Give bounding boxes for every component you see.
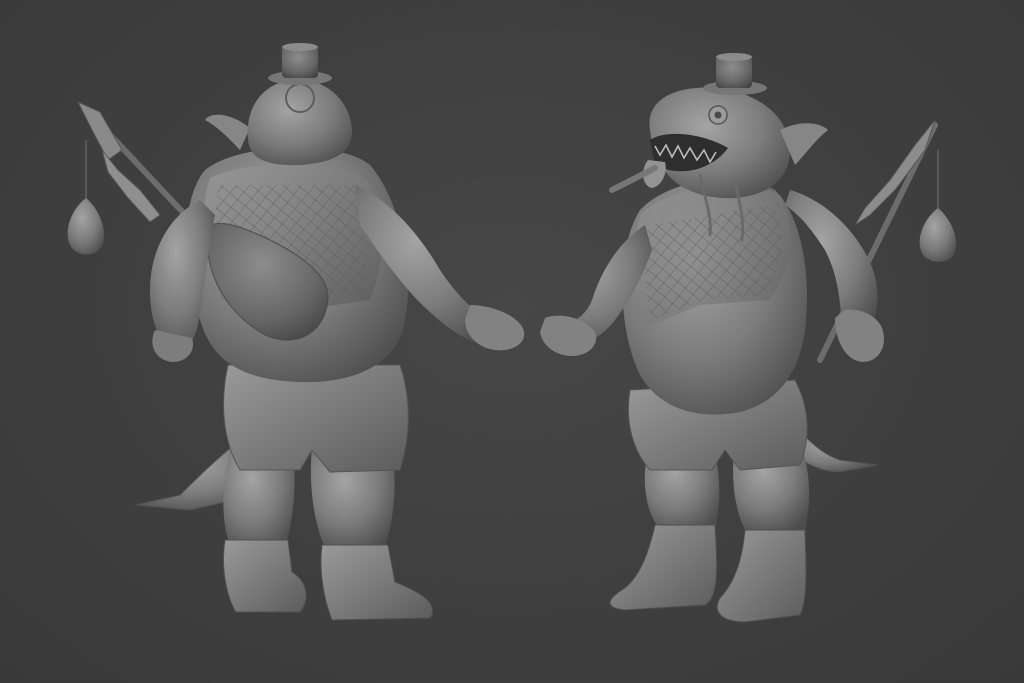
render-viewport xyxy=(0,0,1024,683)
head xyxy=(247,79,352,166)
right-hand xyxy=(835,309,884,362)
left-boot xyxy=(222,539,307,613)
left-boot xyxy=(609,524,718,611)
back-view-figure xyxy=(67,43,525,621)
right-hand xyxy=(465,305,525,351)
sculpt-render xyxy=(67,43,957,623)
top-hat xyxy=(268,43,332,85)
right-boot xyxy=(320,544,433,621)
top-hat xyxy=(703,53,767,95)
right-boot xyxy=(716,529,807,623)
front-view-figure xyxy=(540,53,957,623)
hanging-pouch xyxy=(67,140,105,255)
head-fin xyxy=(205,114,250,150)
hanging-pouch xyxy=(919,150,957,262)
